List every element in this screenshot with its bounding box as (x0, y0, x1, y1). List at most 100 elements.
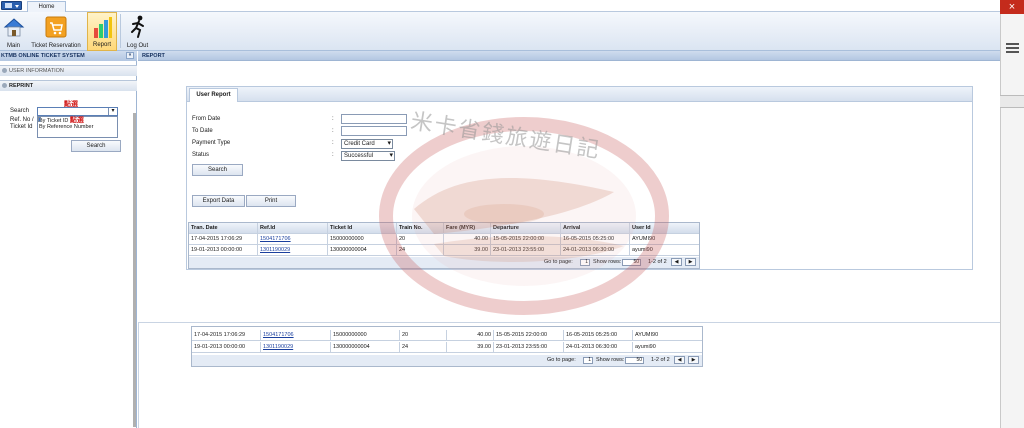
report-label: Report (92, 42, 111, 48)
sidebar: KTMB ONLINE TICKET SYSTEM « USER INFORMA… (0, 51, 137, 428)
col-tran-date: Tran. Date (189, 223, 258, 234)
collapse-icon[interactable]: « (126, 52, 134, 59)
report-button[interactable]: Report (87, 12, 117, 51)
reprint-search-button[interactable]: Search (71, 140, 121, 152)
cell-user-id: ayumi90 (632, 247, 653, 253)
colon: : (332, 116, 334, 122)
side-grey-bar (1000, 95, 1024, 108)
main-button[interactable]: Main (0, 12, 27, 51)
log-out-label: Log Out (126, 43, 149, 49)
table-row: 17-04-2015 17:06:29 1504171706 150000000… (192, 330, 702, 341)
next-page-icon[interactable]: ▶ (685, 258, 696, 266)
cell-ticket-id: 15000000000 (328, 234, 397, 245)
rows-per-page-select[interactable]: 50 (622, 259, 641, 266)
ref-id-link[interactable]: 1301190029 (261, 342, 331, 353)
table-pager: Go to page: 1 Show rows: 50 1-2 of 2 ◀ ▶ (192, 355, 702, 366)
sidebar-item-user-information[interactable]: USER INFORMATION (0, 65, 137, 76)
search-button[interactable]: Search (192, 164, 243, 176)
from-date-input[interactable] (341, 114, 407, 124)
page-range: 1-2 of 2 (651, 357, 670, 363)
sidebar-scrollbar[interactable] (133, 113, 136, 427)
cell-departure: 23-01-2013 23:55:00 (491, 245, 561, 256)
cell-train-no: 24 (400, 342, 447, 353)
close-button[interactable]: × (1000, 0, 1024, 14)
cell-fare: 39.00 (447, 342, 494, 353)
chevron-down-icon: ▾ (387, 140, 391, 147)
chevron-down-icon: ▾ (389, 152, 393, 159)
status-select[interactable]: Successful ▾ (341, 151, 395, 161)
app-icon (5, 3, 12, 8)
show-rows-label: Show rows: (596, 357, 625, 363)
report-table-lower: 17-04-2015 17:06:29 1504171706 150000000… (191, 326, 703, 367)
cell-tran-date: 17-04-2015 17:06:29 (192, 330, 261, 341)
running-man-icon (131, 15, 144, 38)
bar-chart-icon (94, 17, 112, 38)
to-date-label: To Date (192, 128, 213, 134)
dropdown-option-ticket-id[interactable]: By Ticket ID 點選 (38, 117, 117, 124)
sidebar-title-text: KTMB ONLINE TICKET SYSTEM (1, 53, 85, 59)
col-arrival: Arrival (561, 223, 630, 234)
cell-arrival: 16-05-2015 05:25:00 (564, 330, 633, 341)
ref-id-link[interactable]: 1301190029 (258, 245, 328, 256)
annotation-text: 點選 (69, 117, 84, 124)
cell-tran-date: 17-04-2015 17:06:29 (189, 234, 258, 245)
page-input[interactable]: 1 (583, 357, 593, 364)
next-page-icon[interactable]: ▶ (688, 356, 699, 364)
sidebar-item-reprint[interactable]: REPRINT (0, 80, 137, 91)
ref-id-link[interactable]: 1504171706 (258, 234, 328, 245)
title-strip: Home (0, 0, 1000, 13)
table-pager: Go to page: 1 Show rows: 50 1-2 of 2 ◀ ▶ (189, 257, 699, 268)
rows-per-page-select[interactable]: 50 (625, 357, 644, 364)
cart-icon (45, 16, 67, 38)
hamburger-icon[interactable] (1004, 41, 1021, 55)
search-type-dropdown: By Ticket ID 點選 By Reference Number (37, 116, 118, 138)
app-menu-button[interactable] (1, 1, 22, 10)
col-train-no: Train No. (397, 223, 444, 234)
ref-no-label: Ref. No / (10, 117, 34, 123)
colon: : (332, 128, 334, 134)
tab-user-report[interactable]: User Report (189, 88, 238, 102)
page-range: 1-2 of 2 (648, 259, 667, 265)
go-to-page-label: Go to page: (547, 357, 576, 363)
chevron-down-icon: ▾ (108, 108, 117, 115)
option-label: By Reference Number (39, 124, 94, 130)
ticket-reservation-label: Ticket Reservation (31, 43, 81, 49)
col-departure: Departure (491, 223, 561, 234)
cell-train-no: 20 (400, 330, 447, 341)
cell-user-id: AYUMI90 (635, 332, 659, 338)
cell-arrival: 24-01-2013 06:30:00 (561, 245, 630, 256)
to-date-input[interactable] (341, 126, 407, 136)
cell-fare: 40.00 (444, 234, 491, 245)
cell-user-id: ayumi90 (635, 344, 656, 350)
print-button[interactable]: Print (246, 195, 296, 207)
sidebar-title: KTMB ONLINE TICKET SYSTEM « (0, 51, 137, 61)
payment-type-select[interactable]: Credit Card ▾ (341, 139, 393, 149)
export-data-button[interactable]: Export Data (192, 195, 245, 207)
colon: : (332, 140, 334, 146)
ref-id-link[interactable]: 1504171706 (261, 330, 331, 341)
col-ref-id: Ref.Id (258, 223, 328, 234)
status-value: Successful (344, 153, 374, 159)
ribbon-separator (120, 14, 121, 48)
annotation-text: 點選 (64, 101, 78, 108)
dropdown-option-reference-number[interactable]: By Reference Number (38, 124, 117, 131)
page-input[interactable]: 1 (580, 259, 590, 266)
table-row: 19-01-2013 00:00:00 1301190029 130000000… (192, 342, 702, 353)
home-icon (3, 18, 25, 37)
cell-train-no: 20 (397, 234, 444, 245)
prev-page-icon[interactable]: ◀ (674, 356, 685, 364)
show-rows-label: Show rows: (593, 259, 622, 265)
page-title: REPORT (138, 51, 1000, 61)
log-out-button[interactable]: Log Out (123, 12, 152, 51)
expand-icon (2, 83, 7, 88)
from-date-label: From Date (192, 116, 221, 122)
payment-type-value: Credit Card (344, 141, 375, 147)
cell-tran-date: 19-01-2013 00:00:00 (189, 245, 258, 256)
table-header-row: Tran. Date Ref.Id Ticket Id Train No. Fa… (189, 223, 699, 234)
ticket-reservation-button[interactable]: Ticket Reservation (30, 12, 82, 51)
dropdown-option-highlight[interactable] (38, 117, 41, 122)
cell-tran-date: 19-01-2013 00:00:00 (192, 342, 261, 353)
sidebar-item-label: USER INFORMATION (9, 68, 64, 74)
cell-fare: 40.00 (447, 330, 494, 341)
prev-page-icon[interactable]: ◀ (671, 258, 682, 266)
